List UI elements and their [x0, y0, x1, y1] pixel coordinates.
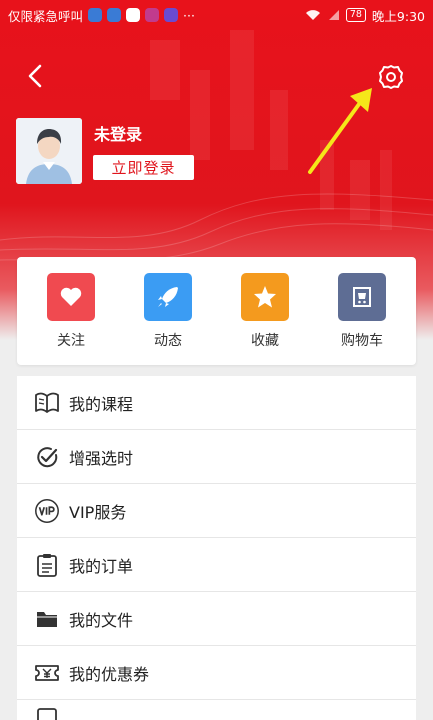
battery-icon: 78 — [345, 8, 366, 22]
check-circle-icon — [37, 446, 58, 467]
carrier-text: 仅限紧急呼叫 — [8, 8, 84, 24]
quick-actions-card: 关注 动态 收藏 购物车 — [17, 257, 416, 365]
more-notifications-icon: ··· — [183, 7, 195, 23]
app-notification-icon — [107, 8, 122, 22]
chevron-left-icon — [28, 64, 42, 88]
clock-text: 晚上9:30 — [371, 8, 425, 24]
quick-action-label: 收藏 — [251, 333, 279, 349]
quick-action-follow[interactable]: 关注 — [31, 273, 111, 365]
app-notification-icon — [145, 8, 160, 22]
menu-item-label: 我的文件 — [69, 610, 134, 630]
menu-item-label: VIP服务 — [69, 502, 127, 522]
menu-item-icon — [37, 708, 57, 720]
vip-icon — [35, 498, 59, 523]
app-notification-icon — [164, 8, 179, 22]
back-button[interactable] — [22, 62, 48, 90]
menu-item-label: 我的课程 — [69, 394, 134, 414]
avatar[interactable] — [16, 118, 82, 184]
heart-icon — [60, 287, 82, 306]
menu-item-my-courses[interactable]: 我的课程 — [17, 376, 416, 430]
quick-action-cart[interactable]: 购物车 — [322, 273, 402, 365]
quick-action-favorites[interactable]: 收藏 — [225, 273, 305, 365]
status-bar: 仅限紧急呼叫 ··· 78 晚上9:30 — [0, 0, 433, 30]
wifi-icon — [305, 10, 320, 20]
clipboard-icon — [37, 553, 57, 577]
book-icon — [35, 392, 59, 413]
quick-action-label: 动态 — [154, 333, 182, 349]
menu-item-my-files[interactable]: 我的文件 — [17, 592, 416, 646]
gear-icon — [379, 65, 403, 89]
cart-icon — [353, 287, 371, 307]
app-notification-icon — [88, 8, 103, 22]
quick-action-label: 关注 — [57, 333, 85, 349]
folder-icon — [37, 611, 57, 627]
menu-list: 我的课程 增强选时 VIP服务 我的订单 我的文件 我的优惠券 — [17, 376, 416, 720]
quick-action-label: 购物车 — [341, 333, 383, 349]
menu-item-partial[interactable] — [17, 700, 416, 720]
mail-notification-icon — [126, 8, 141, 22]
quick-action-feed[interactable]: 动态 — [128, 273, 208, 365]
default-avatar-icon — [16, 118, 82, 184]
menu-item-label: 增强选时 — [69, 448, 134, 468]
menu-item-label: 我的订单 — [69, 556, 134, 576]
signal-icon — [328, 10, 339, 20]
login-now-button[interactable]: 立即登录 — [93, 155, 194, 180]
coupon-icon — [35, 664, 59, 681]
settings-button[interactable] — [376, 62, 406, 92]
rocket-icon — [158, 287, 178, 307]
menu-item-enhanced-timing[interactable]: 增强选时 — [17, 430, 416, 484]
menu-item-my-coupons[interactable]: 我的优惠券 — [17, 646, 416, 700]
menu-item-label: 我的优惠券 — [69, 664, 150, 684]
username-label: 未登录 — [94, 125, 143, 144]
star-icon — [254, 286, 276, 308]
menu-item-my-orders[interactable]: 我的订单 — [17, 538, 416, 592]
menu-item-vip-service[interactable]: VIP服务 — [17, 484, 416, 538]
